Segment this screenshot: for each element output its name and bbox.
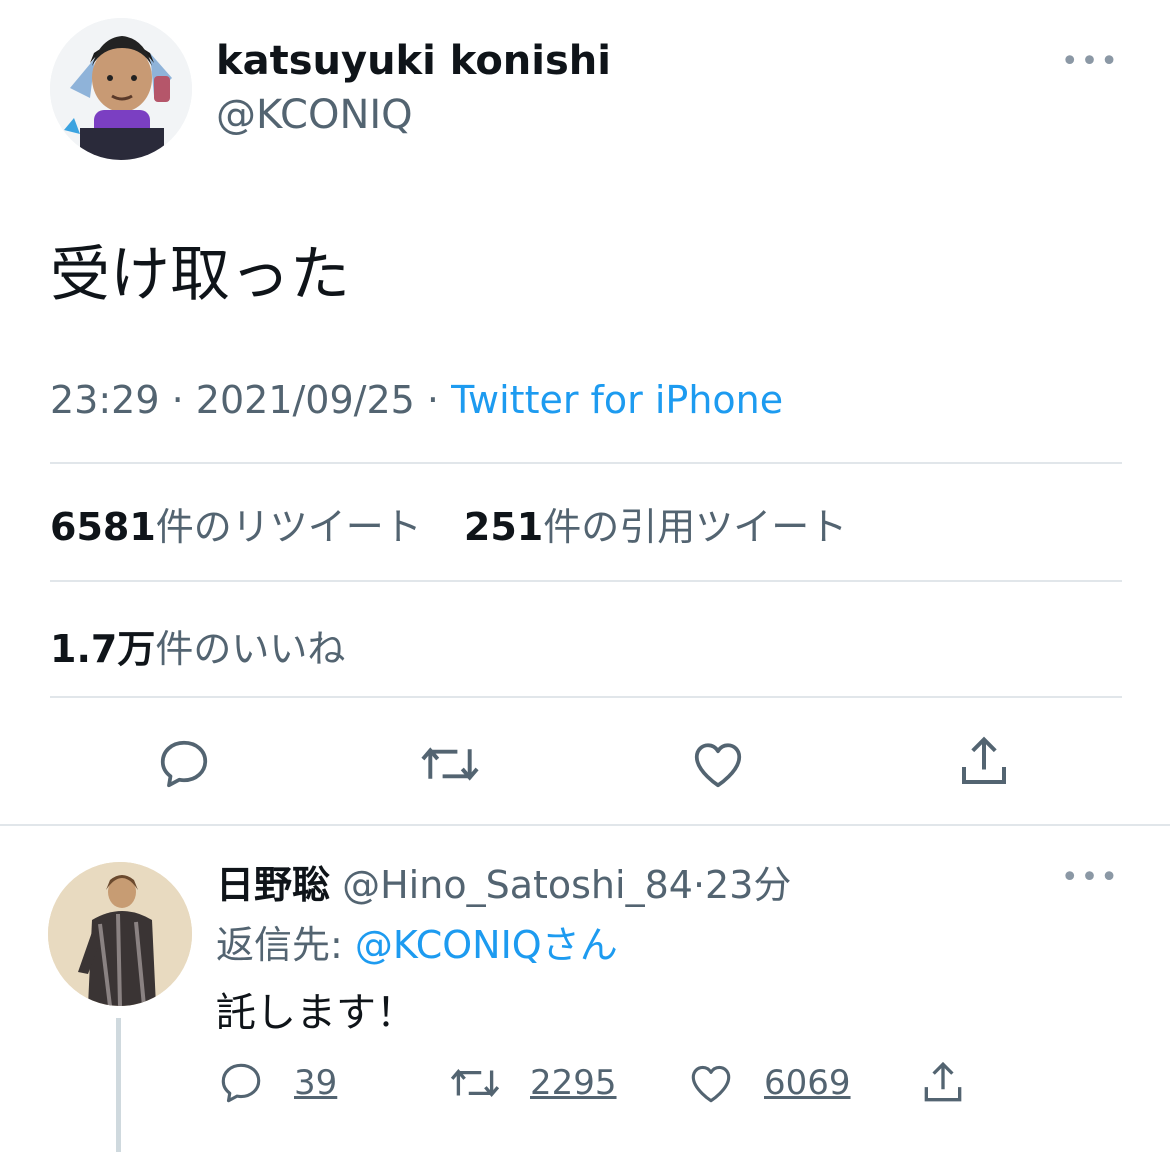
reply-icon [160, 740, 208, 788]
retweets-count: 6581 [50, 505, 156, 549]
section-divider [0, 824, 1170, 826]
like-button[interactable] [688, 734, 748, 794]
reply-time[interactable]: 23分 [705, 863, 791, 907]
thread-line [116, 1018, 121, 1152]
reply-text: 託します！ [216, 990, 416, 1036]
quotes-stat[interactable]: 251件の引用ツイート [464, 505, 847, 549]
like-count[interactable]: 6069 [764, 1063, 851, 1103]
engagement-stats: 6581件のリツイート 251件の引用ツイート [50, 496, 877, 551]
likes-label: 件のいいね [155, 627, 346, 671]
replying-to-prefix: 返信先: [216, 923, 355, 967]
tweet-text: 受け取った [50, 240, 350, 310]
tweet-date[interactable]: 2021/09/25 [196, 378, 415, 422]
avatar-photo [48, 862, 192, 1006]
retweets-label: 件のリツイート [155, 505, 422, 549]
likes-stats: 1.7万件のいいね [50, 618, 375, 673]
meta-separator: · [171, 378, 184, 422]
more-options-icon[interactable]: ••• [1061, 44, 1120, 79]
tweet-time[interactable]: 23:29 [50, 378, 160, 422]
reply-header: 日野聡 @Hino_Satoshi_84·23分 [216, 854, 791, 909]
heart-icon [691, 1065, 731, 1103]
share-icon [924, 1061, 962, 1102]
avatar-illustration [50, 18, 192, 160]
author-display-name[interactable]: katsuyuki konishi [216, 38, 611, 84]
meta-separator: · [426, 378, 440, 422]
likes-count: 1.7万 [50, 627, 156, 671]
divider [50, 462, 1122, 464]
reply-handle[interactable]: @Hino_Satoshi_84 [342, 863, 693, 907]
reply-icon [221, 1063, 261, 1103]
author-avatar[interactable] [50, 18, 192, 160]
heart-icon [694, 743, 742, 788]
reply-separator: · [692, 863, 706, 907]
reply-more-options-icon[interactable]: ••• [1061, 860, 1120, 895]
quotes-count: 251 [463, 505, 544, 549]
divider [50, 696, 1122, 698]
author-handle[interactable]: @KCONIQ [216, 92, 413, 138]
tweet-source-link[interactable]: Twitter for iPhone [451, 378, 783, 422]
retweet-count[interactable]: 2295 [530, 1063, 617, 1103]
replying-to-suffix: さん [541, 923, 618, 967]
retweet-icon [450, 1069, 500, 1097]
share-icon [962, 736, 1006, 784]
reply-retweet-button[interactable]: 2295 [448, 1058, 617, 1108]
reply-count[interactable]: 39 [294, 1063, 337, 1103]
reply-reply-button[interactable]: 39 [216, 1058, 337, 1108]
quotes-label: 件の引用ツイート [543, 505, 848, 549]
tweet-meta: 23:29 · 2021/09/25 · Twitter for iPhone [50, 378, 783, 422]
likes-stat[interactable]: 1.7万件のいいね [50, 627, 345, 671]
retweets-stat[interactable]: 6581件のリツイート [50, 505, 422, 549]
replying-to: 返信先: @KCONIQさん [216, 914, 618, 969]
replying-to-mention[interactable]: @KCONIQ [355, 923, 542, 967]
reply-display-name[interactable]: 日野聡 [216, 863, 330, 907]
retweet-icon [421, 747, 479, 781]
reply-author-avatar[interactable] [48, 862, 192, 1006]
reply-button[interactable] [154, 734, 214, 794]
share-button[interactable] [954, 732, 1014, 792]
reply-share-button[interactable] [918, 1058, 968, 1108]
reply-like-button[interactable]: 6069 [686, 1058, 851, 1108]
retweet-button[interactable] [418, 734, 482, 794]
divider [50, 580, 1122, 582]
